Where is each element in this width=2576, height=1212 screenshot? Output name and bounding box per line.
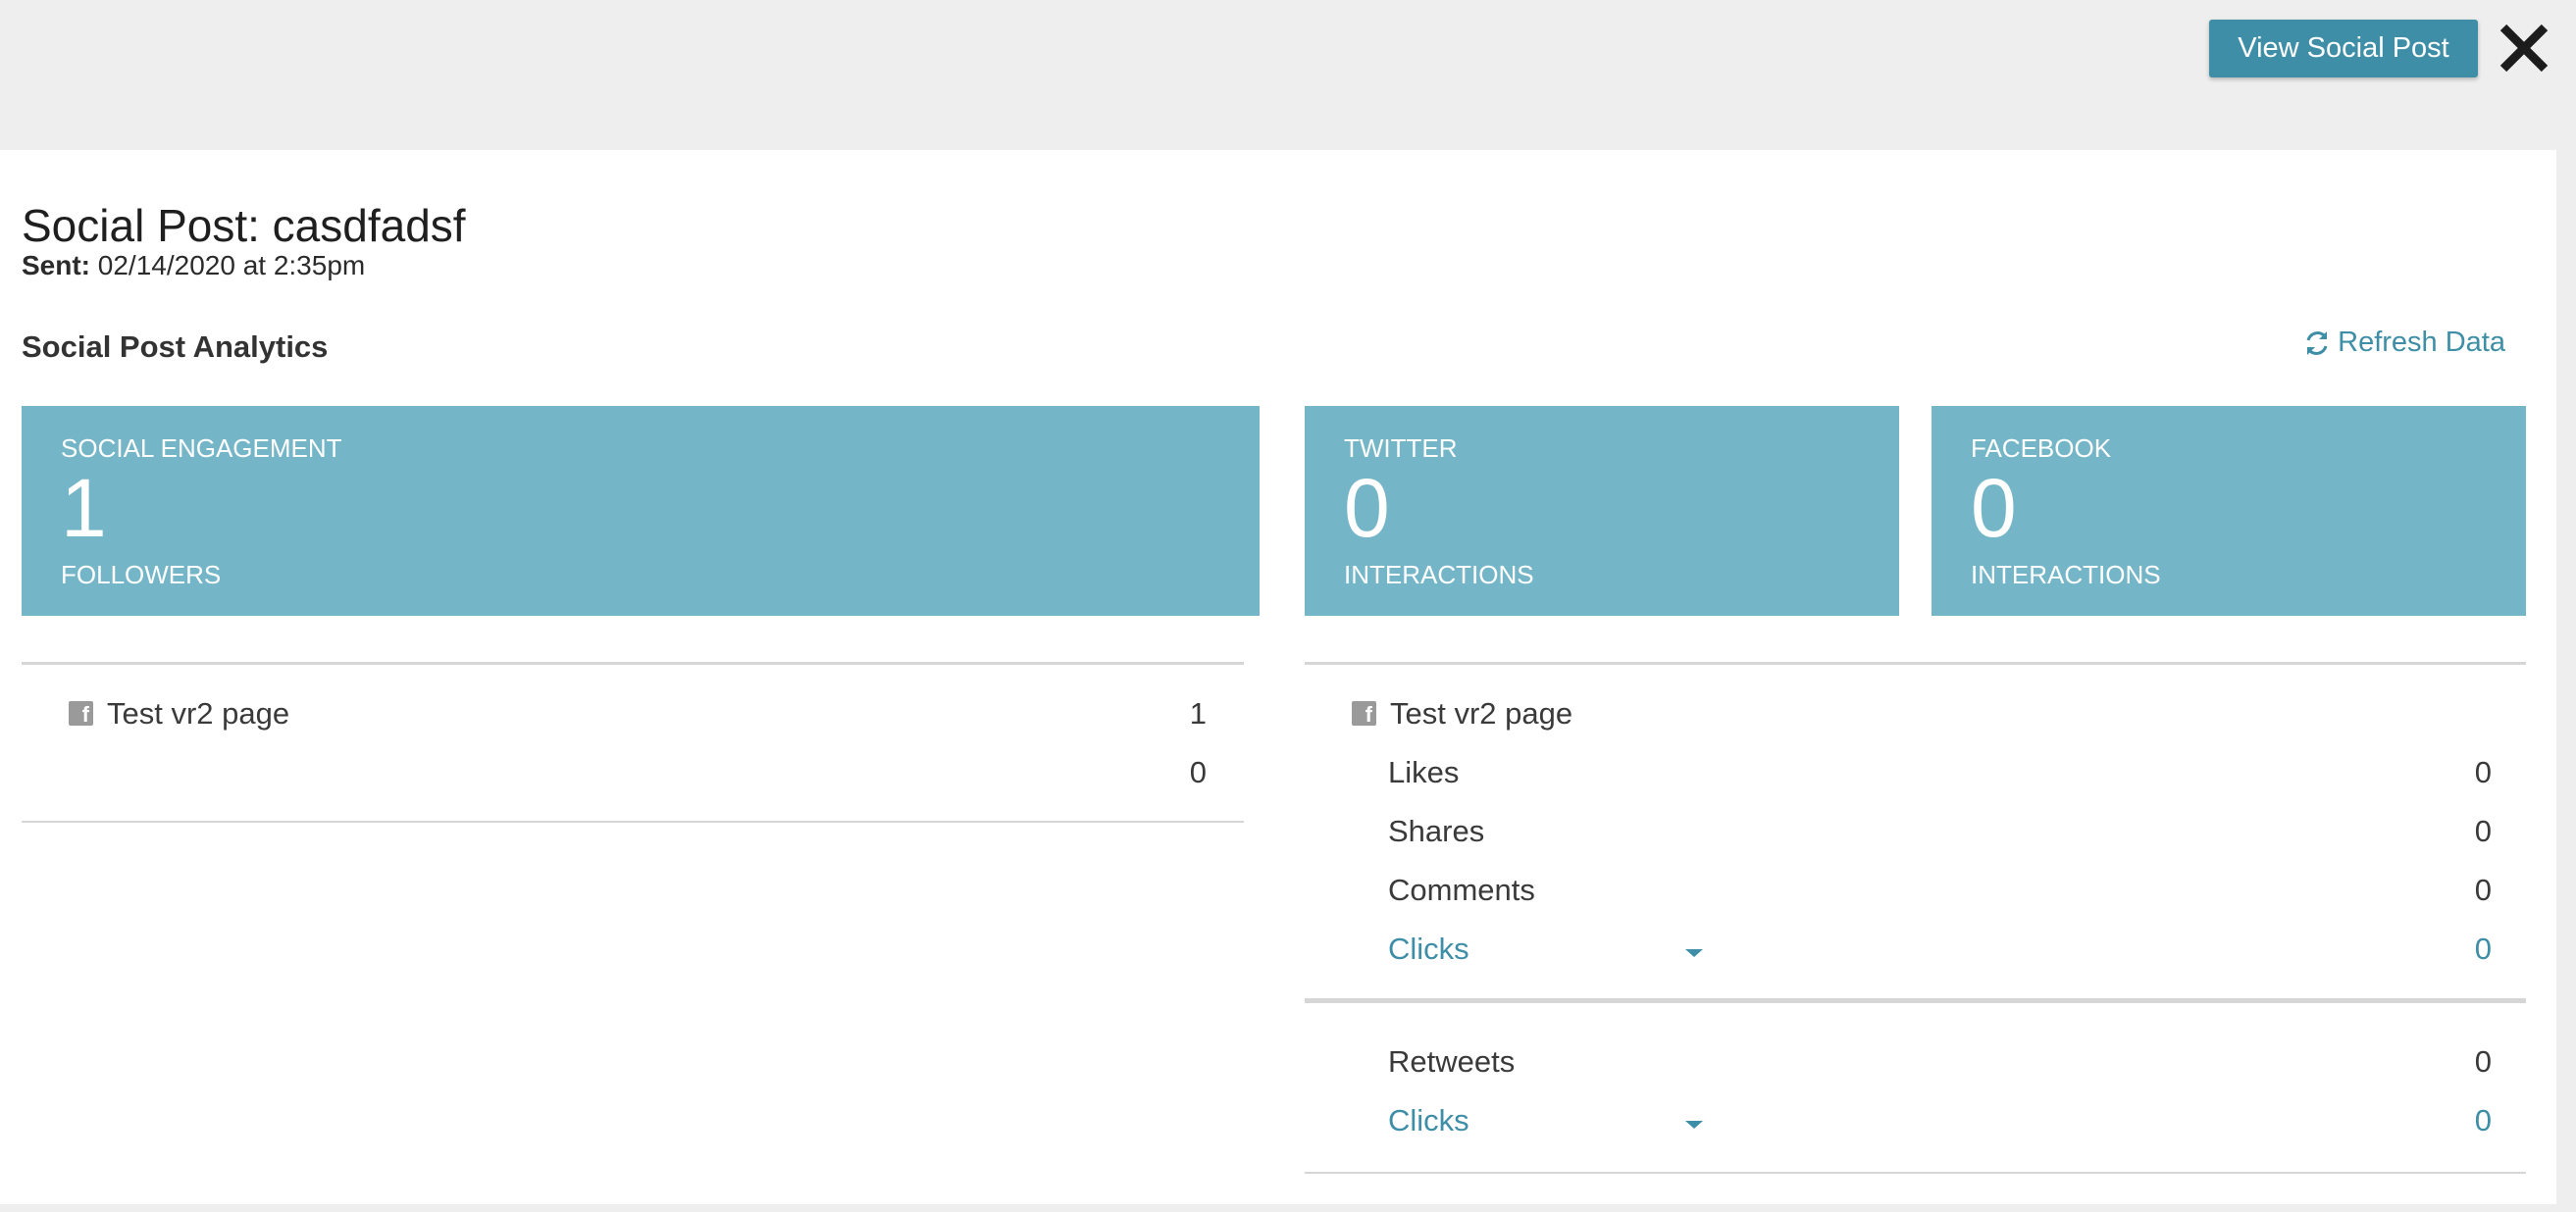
card-value: 1 [61, 462, 107, 554]
close-icon[interactable] [2498, 22, 2550, 75]
clicks-value: 0 [2474, 932, 2492, 966]
social-engagement-card: SOCIAL ENGAGEMENT 1 FOLLOWERS [22, 406, 1260, 616]
sent-value: 02/14/2020 at 2:35pm [97, 250, 366, 280]
card-label: SOCIAL ENGAGEMENT [61, 433, 342, 463]
section-title: Social Post Analytics [22, 329, 329, 364]
card-value: 0 [1344, 462, 1390, 554]
comments-label: Comments [1388, 873, 1535, 907]
list-value: 0 [1189, 755, 1207, 789]
refresh-data-link[interactable]: Refresh Data [2302, 327, 2505, 359]
card-label: FACEBOOK [1971, 433, 2112, 463]
list-value: 1 [1189, 696, 1207, 731]
card-label: TWITTER [1344, 433, 1458, 463]
facebook-icon [1352, 701, 1376, 728]
retweets-label: Retweets [1388, 1044, 1516, 1079]
list-item: Test vr2 page [69, 696, 289, 732]
likes-value: 0 [2474, 755, 2492, 789]
chevron-down-icon[interactable] [1685, 1121, 1703, 1129]
card-value: 0 [1971, 462, 2017, 554]
facebook-card: FACEBOOK 0 INTERACTIONS [1932, 406, 2526, 616]
clicks-toggle[interactable]: Clicks [1388, 932, 1469, 967]
sent-date: Sent: 02/14/2020 at 2:35pm [22, 250, 365, 281]
list-item: Test vr2 page [1352, 696, 1572, 732]
facebook-list: Test vr2 page Likes 0 Shares 0 Comments … [1305, 662, 2526, 1000]
view-social-post-button[interactable]: View Social Post [2209, 20, 2478, 77]
page-name: Test vr2 page [107, 696, 290, 731]
clicks-toggle[interactable]: Clicks [1388, 1103, 1469, 1138]
shares-value: 0 [2474, 814, 2492, 848]
refresh-label: Refresh Data [2338, 327, 2505, 358]
chevron-down-icon[interactable] [1685, 949, 1703, 957]
top-bar: View Social Post [0, 0, 2576, 150]
engagement-list: Test vr2 page 1 0 [22, 662, 1244, 823]
sent-label: Sent: [22, 250, 90, 280]
facebook-icon [69, 701, 93, 728]
comments-value: 0 [2474, 873, 2492, 907]
twitter-list: Retweets 0 Clicks 0 [1305, 1000, 2526, 1174]
card-sub: INTERACTIONS [1344, 560, 1534, 589]
clicks-value: 0 [2474, 1103, 2492, 1137]
shares-label: Shares [1388, 814, 1485, 848]
twitter-card: TWITTER 0 INTERACTIONS [1305, 406, 1899, 616]
page-name: Test vr2 page [1390, 696, 1573, 731]
retweets-value: 0 [2474, 1044, 2492, 1079]
analytics-panel: Social Post: casdfadsf Sent: 02/14/2020 … [0, 150, 2556, 1204]
card-sub: INTERACTIONS [1971, 560, 2161, 589]
refresh-icon [2306, 330, 2328, 355]
page-title: Social Post: casdfadsf [22, 200, 466, 251]
card-sub: FOLLOWERS [61, 560, 222, 589]
likes-label: Likes [1388, 755, 1460, 789]
